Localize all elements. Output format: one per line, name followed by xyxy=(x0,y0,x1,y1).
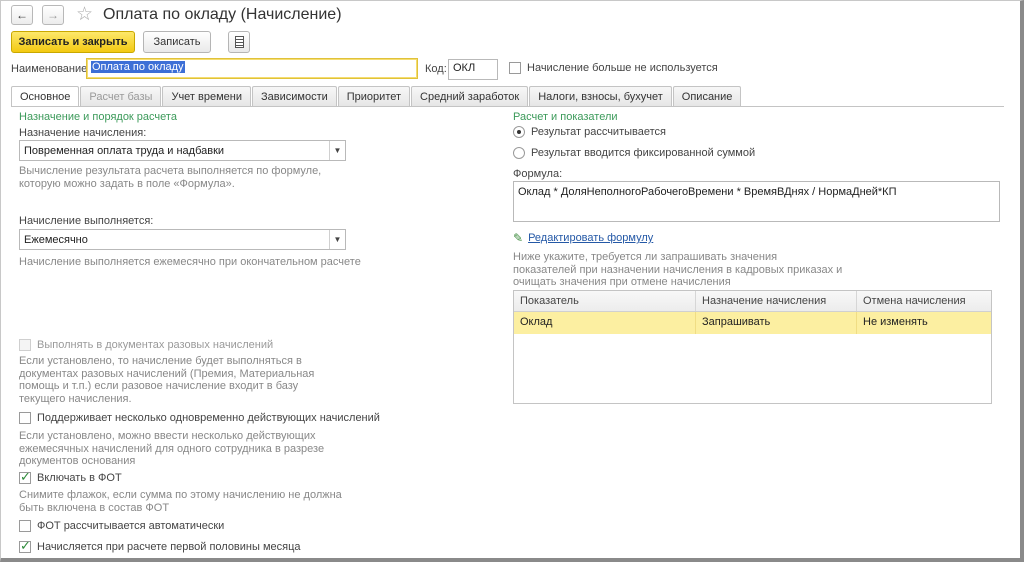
note-line: Ниже укажите, требуется ли запрашивать з… xyxy=(513,251,778,263)
save-button[interactable]: Записать xyxy=(143,31,211,53)
purpose-hint-line: которую можно задать в поле «Формула». xyxy=(19,177,235,190)
multi-hint-line: документов основания xyxy=(19,455,136,467)
code-label: Код: xyxy=(425,63,447,75)
period-hint: Начисление выполняется ежемесячно при ок… xyxy=(19,256,361,268)
multi-label: Поддерживает несколько одновременно дейс… xyxy=(37,412,380,424)
name-input[interactable]: Оплата по окладу xyxy=(86,58,418,79)
column-header-cancel[interactable]: Отмена начисления xyxy=(857,291,991,311)
indicators-table[interactable]: Показатель Назначение начисления Отмена … xyxy=(513,290,992,404)
not-used-checkbox[interactable] xyxy=(509,62,521,74)
fot-checkbox-row[interactable]: Включать в ФОТ xyxy=(19,469,122,485)
arrow-left-icon: ← xyxy=(16,8,28,22)
purpose-hint-line: Вычисление результата расчета выполняетс… xyxy=(19,165,322,177)
report-button[interactable] xyxy=(228,31,250,53)
fot-auto-label: ФОТ рассчитывается автоматически xyxy=(37,520,225,532)
tab-dependencies[interactable]: Зависимости xyxy=(252,86,337,106)
radio-fixed-label: Результат вводится фиксированной суммой xyxy=(531,147,756,159)
name-value: Оплата по окладу xyxy=(91,61,185,73)
radio-fixed-row[interactable]: Результат вводится фиксированной суммой xyxy=(513,147,755,159)
one-time-checkbox xyxy=(19,339,31,351)
purpose-hint: Вычисление результата расчета выполняетс… xyxy=(19,165,321,190)
tab-description[interactable]: Описание xyxy=(672,86,742,106)
multi-hint: Если установлено, можно ввести несколько… xyxy=(19,430,324,468)
edit-formula-link[interactable]: Редактировать формулу xyxy=(528,232,653,244)
fot-checkbox[interactable] xyxy=(19,469,31,485)
chevron-down-icon[interactable]: ▼ xyxy=(329,141,345,160)
indicators-note: Ниже укажите, требуется ли запрашивать з… xyxy=(513,251,842,289)
tab-divider xyxy=(11,106,1004,107)
table-cell[interactable]: Оклад xyxy=(514,312,696,334)
pencil-icon: ✎ xyxy=(513,231,524,245)
purpose-select[interactable]: Повременная оплата труда и надбавки ▼ xyxy=(19,140,346,161)
first-half-checkbox[interactable] xyxy=(19,538,31,554)
radio-calc-label: Результат рассчитывается xyxy=(531,126,666,138)
window-title: Оплата по окладу (Начисление) xyxy=(103,6,342,23)
calc-section-title: Расчет и показатели xyxy=(513,111,618,123)
not-used-checkbox-row[interactable]: Начисление больше не используется xyxy=(509,62,718,74)
name-label: Наименование: xyxy=(11,63,91,75)
one-time-hint: Если установлено, то начисление будет вы… xyxy=(19,355,314,405)
fot-hint-line: быть включена в состав ФОТ xyxy=(19,501,170,514)
first-half-label: Начисляется при расчете первой половины … xyxy=(37,541,301,553)
not-used-label: Начисление больше не используется xyxy=(527,62,718,74)
forward-button[interactable]: → xyxy=(42,5,64,25)
fot-label: Включать в ФОТ xyxy=(37,472,122,484)
tab-priority[interactable]: Приоритет xyxy=(337,86,411,106)
back-button[interactable]: ← xyxy=(11,5,33,25)
tab-average-earnings[interactable]: Средний заработок xyxy=(411,86,529,106)
edit-formula-row[interactable]: ✎ Редактировать формулу xyxy=(513,231,653,245)
note-line: очищать значения при отмене начисления xyxy=(513,276,731,288)
note-line: показателей при назначении начисления в … xyxy=(513,263,843,276)
first-half-checkbox-row[interactable]: Начисляется при расчете первой половины … xyxy=(19,538,301,554)
purpose-label: Назначение начисления: xyxy=(19,127,147,139)
multi-hint-line: Если установлено, можно ввести несколько… xyxy=(19,430,316,442)
purpose-select-value: Повременная оплата труда и надбавки xyxy=(24,144,225,157)
column-header-purpose[interactable]: Назначение начисления xyxy=(696,291,857,311)
one-time-label: Выполнять в документах разовых начислени… xyxy=(37,339,274,351)
one-time-hint-line: текущего начисления. xyxy=(19,392,132,405)
table-row[interactable]: Оклад Запрашивать Не изменять xyxy=(514,312,991,334)
code-input[interactable]: ОКЛ xyxy=(448,59,498,80)
tab-bar: Основное Расчет базы Учет времени Зависи… xyxy=(11,86,742,107)
purpose-section-title: Назначение и порядок расчета xyxy=(19,111,177,123)
save-and-close-button[interactable]: Записать и закрыть xyxy=(11,31,135,53)
fot-hint: Снимите флажок, если сумма по этому начи… xyxy=(19,489,342,514)
fot-hint-line: Снимите флажок, если сумма по этому начи… xyxy=(19,489,342,501)
window-frame xyxy=(0,0,1024,562)
one-time-hint-line: документах разовых начислений (Премия, М… xyxy=(19,367,315,380)
arrow-right-icon: → xyxy=(47,8,59,22)
fot-auto-checkbox-row[interactable]: ФОТ рассчитывается автоматически xyxy=(19,520,224,532)
fot-auto-checkbox[interactable] xyxy=(19,520,31,532)
period-select-value: Ежемесячно xyxy=(24,233,88,246)
one-time-hint-line: Если установлено, то начисление будет вы… xyxy=(19,355,302,367)
one-time-checkbox-row: Выполнять в документах разовых начислени… xyxy=(19,339,273,351)
radio-calc[interactable] xyxy=(513,126,525,138)
chevron-down-icon[interactable]: ▼ xyxy=(329,230,345,249)
tab-taxes[interactable]: Налоги, взносы, бухучет xyxy=(529,86,672,106)
document-list-icon xyxy=(234,36,244,48)
multi-checkbox[interactable] xyxy=(19,412,31,424)
tab-main[interactable]: Основное xyxy=(11,86,80,107)
one-time-hint-line: помощь и т.п.) если разовое начисление в… xyxy=(19,380,299,392)
tab-base-calc[interactable]: Расчет базы xyxy=(80,86,162,106)
period-label: Начисление выполняется: xyxy=(19,215,154,227)
table-cell[interactable]: Не изменять xyxy=(857,312,991,334)
radio-fixed[interactable] xyxy=(513,147,525,159)
multi-checkbox-row[interactable]: Поддерживает несколько одновременно дейс… xyxy=(19,412,380,424)
column-header-indicator[interactable]: Показатель xyxy=(514,291,696,311)
radio-calc-row[interactable]: Результат рассчитывается xyxy=(513,126,666,138)
tab-time-accounting[interactable]: Учет времени xyxy=(162,86,251,106)
period-select[interactable]: Ежемесячно ▼ xyxy=(19,229,346,250)
formula-label: Формула: xyxy=(513,168,563,180)
multi-hint-line: ежемесячных начислений для одного сотруд… xyxy=(19,442,325,455)
table-cell[interactable]: Запрашивать xyxy=(696,312,857,334)
favorite-star-icon[interactable]: ☆ xyxy=(76,3,93,26)
formula-input[interactable]: Оклад * ДоляНеполногоРабочегоВремени * В… xyxy=(513,181,1000,222)
table-header: Показатель Назначение начисления Отмена … xyxy=(514,291,991,312)
